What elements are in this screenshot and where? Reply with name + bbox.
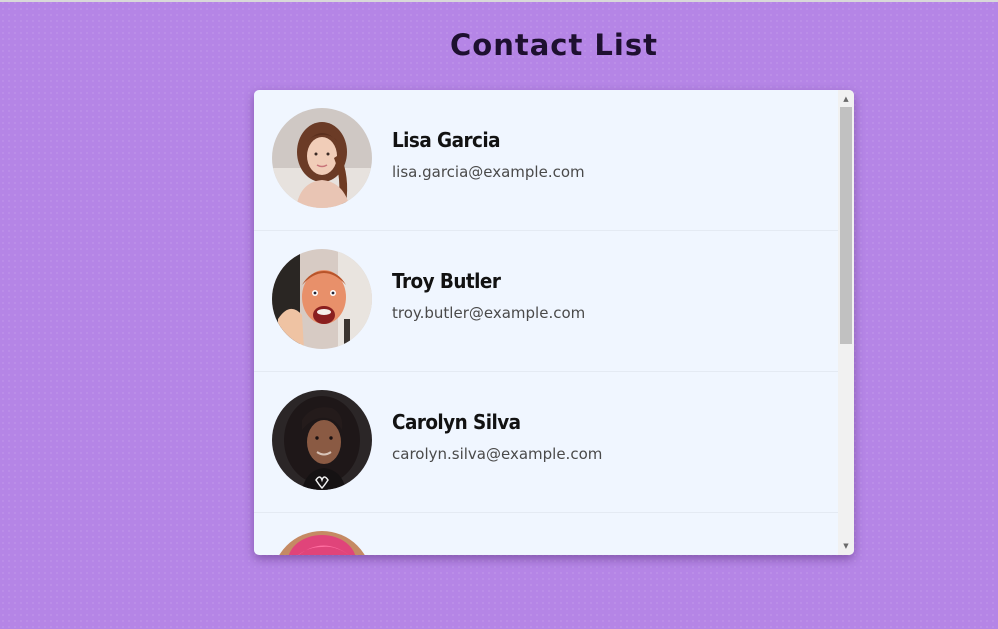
contact-name: Troy Butler	[392, 269, 501, 293]
contact-item-troy-butler[interactable]: Troy Butler troy.butler@example.com	[254, 231, 838, 372]
avatar	[272, 531, 372, 555]
contact-item-carolyn-silva[interactable]: Carolyn Silva carolyn.silva@example.com	[254, 372, 838, 513]
contact-name: Lisa Garcia	[392, 128, 501, 152]
vertical-scrollbar[interactable]: ▲ ▼	[838, 90, 854, 555]
contact-email: lisa.garcia@example.com	[392, 163, 585, 181]
avatar	[272, 390, 372, 490]
avatar	[272, 249, 372, 349]
contact-email: carolyn.silva@example.com	[392, 445, 603, 463]
contact-name: Carolyn Silva	[392, 410, 521, 434]
contact-email: troy.butler@example.com	[392, 304, 586, 322]
contact-list[interactable]: Lisa Garcia lisa.garcia@example.com Troy…	[254, 90, 854, 555]
contact-item-partial[interactable]	[254, 513, 838, 555]
scrollbar-thumb[interactable]	[840, 107, 852, 344]
avatar	[272, 108, 372, 208]
page-title: Contact List	[450, 28, 658, 62]
contact-list-scroll-area[interactable]: Lisa Garcia lisa.garcia@example.com Troy…	[254, 90, 838, 555]
scroll-up-arrow-icon[interactable]: ▲	[838, 92, 854, 106]
scroll-down-arrow-icon[interactable]: ▼	[838, 539, 854, 553]
contact-item-lisa-garcia[interactable]: Lisa Garcia lisa.garcia@example.com	[254, 90, 838, 231]
